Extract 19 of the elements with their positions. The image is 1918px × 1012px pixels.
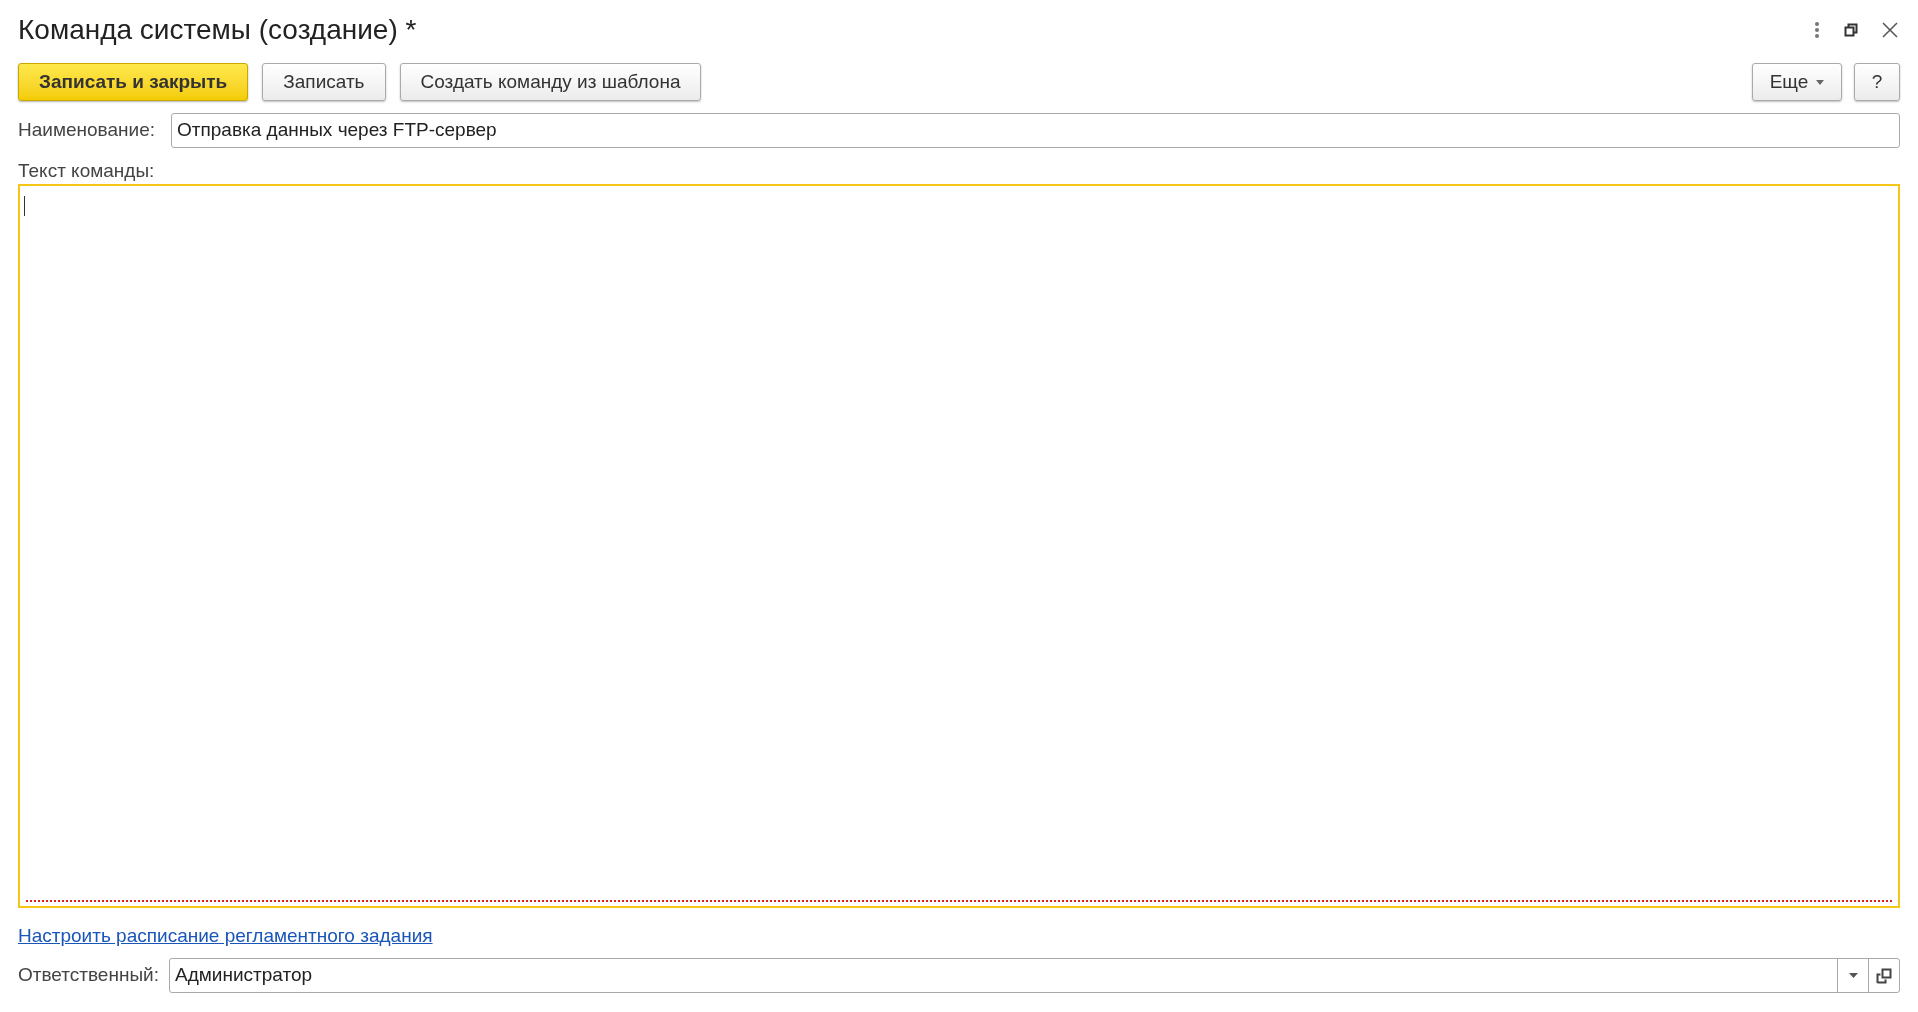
more-button[interactable]: Еще [1752, 63, 1842, 101]
close-icon[interactable] [1882, 22, 1898, 38]
text-cursor [24, 196, 25, 216]
window-title: Команда системы (создание) * [18, 13, 417, 47]
caret-icon [1848, 973, 1858, 978]
save-and-close-button[interactable]: Записать и закрыть [18, 63, 249, 101]
input-field[interactable]: Отправка данных через FTP-сервер [171, 113, 1900, 148]
toolbar-button[interactable]: Записать [262, 63, 386, 101]
more-icon[interactable] [1814, 21, 1820, 39]
field-label: Ответственный: [18, 963, 159, 988]
field-label: Наименование: [18, 118, 155, 143]
caret-icon [1816, 79, 1825, 85]
field-label: Текст команды: [18, 159, 155, 183]
toolbar-button[interactable]: Создать команду из шаблона [399, 63, 702, 101]
select-field[interactable]: Администратор [169, 958, 1900, 993]
restore-window-icon[interactable] [1844, 23, 1858, 37]
help-button[interactable]: ? [1854, 63, 1900, 101]
schedule-link[interactable]: Настроить расписание регламентного задания [18, 925, 433, 946]
open-form-icon [1876, 967, 1892, 984]
